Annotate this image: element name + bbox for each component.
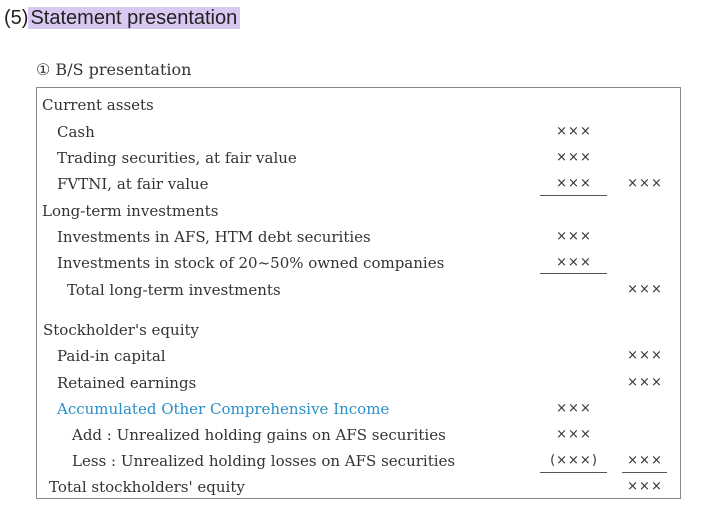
table-row: Retained earnings ×××	[37, 372, 680, 398]
row-label: Less : Unrealized holding losses on AFS …	[72, 452, 456, 470]
col2-amount: ×××	[627, 375, 663, 390]
table-row: Accumulated Other Comprehensive Income ×…	[37, 398, 680, 424]
row-label: Long-term investments	[42, 202, 219, 220]
section-heading: (5) Statement presentation	[4, 5, 241, 31]
row-label: Cash	[57, 123, 95, 141]
col2-amount: ×××	[627, 453, 663, 468]
table-row: Investments in AFS, HTM debt securities …	[37, 226, 680, 252]
row-label: Stockholder's equity	[43, 321, 199, 339]
row-label: Total long-term investments	[67, 281, 281, 299]
col1-amount: (×××)	[550, 453, 598, 468]
table-row: Trading securities, at fair value ×××	[37, 147, 680, 173]
col2-amount: ×××	[627, 282, 663, 297]
table-row: Long-term investments	[37, 200, 680, 226]
table-row: Total long-term investments ×××	[37, 279, 680, 305]
subsection-title: ① B/S presentation	[36, 60, 192, 79]
subtotal-rule	[540, 195, 607, 196]
col1-amount: ×××	[556, 401, 592, 416]
table-row: Stockholder's equity	[37, 319, 680, 345]
balance-sheet-table: Current assets Cash ××× Trading securiti…	[36, 87, 681, 499]
row-label: Retained earnings	[57, 374, 197, 392]
table-row: Add : Unrealized holding gains on AFS se…	[37, 424, 680, 450]
col1-amount: ×××	[556, 124, 592, 139]
row-label: Add : Unrealized holding gains on AFS se…	[72, 426, 446, 444]
table-row: Total stockholders' equity ×××	[37, 476, 680, 502]
row-label: Current assets	[42, 96, 154, 114]
row-label: FVTNI, at fair value	[57, 175, 209, 193]
col1-amount: ×××	[556, 150, 592, 165]
table-row: Current assets	[37, 94, 680, 120]
table-row: Investments in stock of 20~50% owned com…	[37, 252, 680, 278]
row-label: Investments in AFS, HTM debt securities	[57, 228, 371, 246]
section-number: (5)	[4, 7, 29, 29]
section-title: Statement presentation	[28, 7, 241, 29]
row-label: Total stockholders' equity	[49, 478, 245, 496]
row-label: Paid-in capital	[57, 347, 166, 365]
row-label-aoci: Accumulated Other Comprehensive Income	[57, 400, 390, 418]
col2-amount: ×××	[627, 479, 663, 494]
col2-amount: ×××	[627, 176, 663, 191]
col1-amount: ×××	[556, 255, 592, 270]
total-rule	[622, 472, 667, 473]
col2-amount: ×××	[627, 348, 663, 363]
subtotal-rule	[540, 273, 607, 274]
table-row: Paid-in capital ×××	[37, 345, 680, 371]
subtotal-rule	[540, 472, 607, 473]
col1-amount: ×××	[556, 229, 592, 244]
col1-amount: ×××	[556, 176, 592, 191]
row-label: Trading securities, at fair value	[57, 149, 297, 167]
table-row: Cash ×××	[37, 121, 680, 147]
row-label: Investments in stock of 20~50% owned com…	[57, 254, 445, 272]
col1-amount: ×××	[556, 427, 592, 442]
